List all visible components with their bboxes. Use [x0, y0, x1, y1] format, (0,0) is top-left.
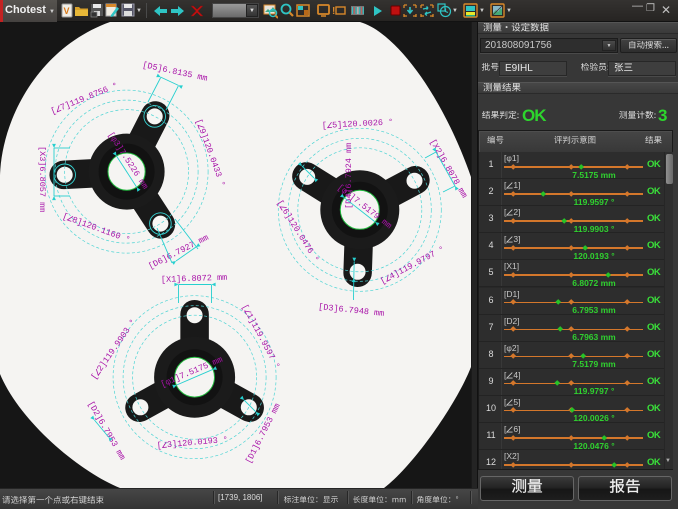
svg-text:V: V	[64, 6, 70, 16]
svg-text:!: !	[332, 6, 335, 17]
svg-text:[X3]6.8057 mm: [X3]6.8057 mm	[37, 146, 47, 212]
